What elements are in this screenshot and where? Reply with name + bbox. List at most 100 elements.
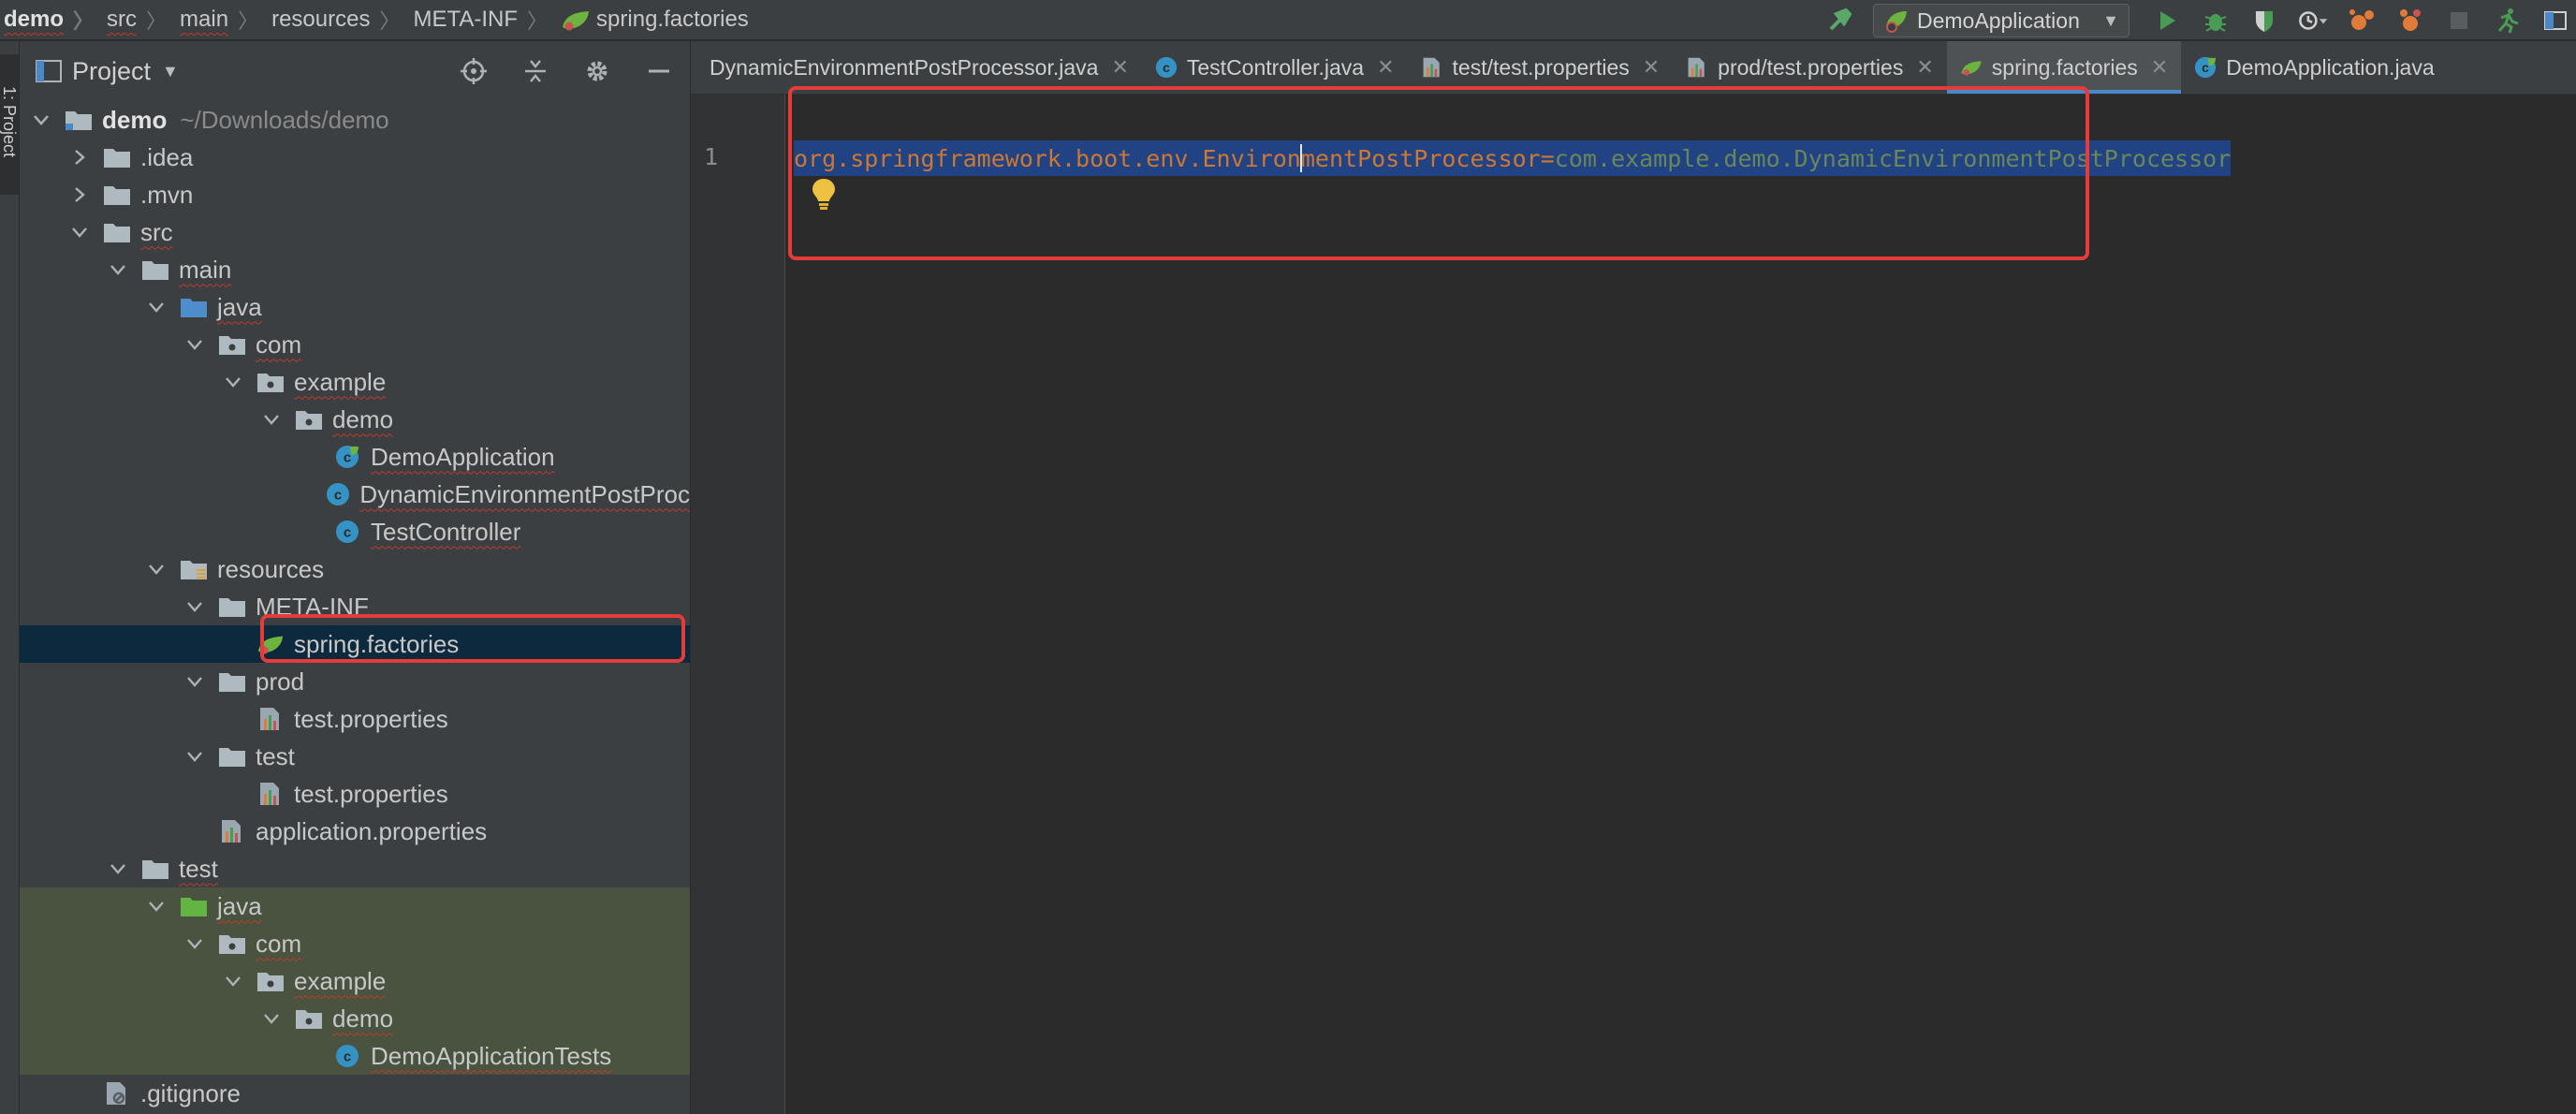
- close-icon[interactable]: ✕: [1916, 55, 1933, 80]
- build-icon[interactable]: [1823, 5, 1855, 37]
- breadcrumb-item-demo[interactable]: demo 〉: [4, 5, 107, 35]
- tree-node-test-properties[interactable]: test.properties: [20, 775, 690, 813]
- tree-node-prod[interactable]: prod: [20, 663, 690, 700]
- close-icon[interactable]: ✕: [1111, 55, 1128, 80]
- coverage-icon[interactable]: [2248, 5, 2280, 37]
- chevron-down-icon[interactable]: [146, 896, 167, 916]
- breadcrumb-label: main: [180, 7, 229, 32]
- breadcrumb-item-src[interactable]: src 〉: [107, 5, 180, 35]
- chevron-down-icon[interactable]: [261, 1008, 282, 1029]
- chevron-down-icon[interactable]: [108, 259, 128, 280]
- tree-node-label: example: [294, 966, 387, 995]
- chevron-down-icon[interactable]: [184, 746, 205, 767]
- tree-node-label: DemoApplicationTests: [371, 1041, 612, 1070]
- tree-node-mvn[interactable]: .mvn: [20, 176, 690, 213]
- tree-node-gitignore[interactable]: .gitignore: [20, 1075, 690, 1112]
- chevron-down-icon[interactable]: [31, 110, 51, 130]
- package-icon: [256, 969, 285, 993]
- tree-node-resources[interactable]: resources: [20, 550, 690, 588]
- tree-node-main[interactable]: main: [20, 251, 690, 288]
- resources-folder-icon: [180, 557, 208, 581]
- gear-icon[interactable]: [581, 55, 613, 87]
- breadcrumb-item-resources[interactable]: resources 〉: [271, 5, 413, 35]
- tree-node-src[interactable]: src: [20, 213, 690, 251]
- tree-node-test-properties[interactable]: test.properties: [20, 700, 690, 738]
- close-icon[interactable]: ✕: [2151, 55, 2168, 80]
- close-icon[interactable]: ✕: [1643, 55, 1660, 80]
- chevron-down-icon[interactable]: [261, 409, 282, 430]
- class-icon: c: [333, 520, 361, 544]
- chevron-down-icon[interactable]: [146, 297, 167, 317]
- breadcrumb-item-spring-factories[interactable]: spring.factories: [561, 7, 749, 33]
- project-structure-icon[interactable]: [2540, 5, 2572, 37]
- chevron-down-icon[interactable]: [146, 559, 167, 579]
- chevron-down-icon[interactable]: [108, 858, 128, 879]
- tree-node-com[interactable]: com: [20, 925, 690, 962]
- folder-icon: [218, 594, 246, 619]
- source-folder-icon: [180, 295, 208, 319]
- tree-node-example[interactable]: example: [20, 962, 690, 1000]
- tree-node-label: prod: [256, 667, 305, 696]
- tree-node-application-properties[interactable]: application.properties: [20, 813, 690, 850]
- chevron-down-icon[interactable]: [223, 372, 243, 392]
- annotation-highlight-code: [788, 86, 2089, 260]
- chevron-right-icon[interactable]: [69, 184, 90, 205]
- project-view-title[interactable]: Project: [72, 57, 151, 86]
- tree-node-label: .idea: [140, 142, 194, 171]
- breadcrumb-separator-icon: 〉: [238, 9, 259, 33]
- tree-node-idea[interactable]: .idea: [20, 139, 690, 176]
- tree-node-label: demo: [332, 1004, 394, 1033]
- properties-file-icon: [256, 782, 285, 806]
- tree-node-label: resources: [217, 554, 325, 583]
- tree-node-java[interactable]: java: [20, 887, 690, 925]
- chevron-down-icon[interactable]: [69, 222, 90, 242]
- tree-node-test[interactable]: test: [20, 738, 690, 775]
- tree-node-test[interactable]: test: [20, 850, 690, 887]
- chevron-down-icon[interactable]: [184, 596, 205, 617]
- chevron-right-icon[interactable]: [69, 147, 90, 168]
- tree-node-demo[interactable]: demo: [20, 401, 690, 438]
- tool-window-tab-project[interactable]: 1: Project: [0, 54, 19, 195]
- tree-node-com[interactable]: com: [20, 326, 690, 363]
- tree-node-label: main: [179, 255, 232, 284]
- chevron-down-icon[interactable]: [184, 671, 205, 692]
- profile-icon[interactable]: [2297, 5, 2329, 37]
- debug-icon[interactable]: [2200, 5, 2232, 37]
- tree-node-java[interactable]: java: [20, 288, 690, 326]
- close-icon[interactable]: ✕: [1377, 55, 1394, 80]
- breadcrumb-label: META-INF: [413, 7, 519, 32]
- breadcrumb-label: src: [107, 7, 138, 32]
- tree-node-label: example: [294, 367, 387, 396]
- svg-text:c: c: [344, 525, 351, 541]
- tab-label: test/test.properties: [1452, 54, 1630, 80]
- class-icon: c: [333, 1044, 361, 1068]
- update-icon[interactable]: [2394, 5, 2426, 37]
- tree-node-testcontroller[interactable]: c TestController: [20, 513, 690, 550]
- hide-icon[interactable]: [643, 55, 675, 87]
- tree-node-example[interactable]: example: [20, 363, 690, 401]
- tree-node-demoapplicationtests[interactable]: c DemoApplicationTests: [20, 1037, 690, 1075]
- breadcrumb-item-main[interactable]: main 〉: [180, 5, 271, 35]
- tree-node-demo[interactable]: demo ~/Downloads/demo: [20, 101, 690, 139]
- collapse-all-icon[interactable]: [520, 55, 551, 87]
- run-anything-icon[interactable]: [2492, 5, 2524, 37]
- stop-icon[interactable]: [2443, 5, 2475, 37]
- chevron-down-icon[interactable]: ▼: [162, 62, 179, 81]
- chevron-down-icon[interactable]: [223, 971, 243, 991]
- svg-text:c: c: [1163, 60, 1170, 75]
- run-configuration-selector[interactable]: DemoApplication ▼: [1873, 4, 2130, 37]
- locate-icon[interactable]: [458, 55, 490, 87]
- attach-icon[interactable]: [2346, 5, 2378, 37]
- project-tree: demo ~/Downloads/demo .idea .mvn src main java…: [20, 101, 690, 1112]
- chevron-down-icon[interactable]: [184, 933, 205, 954]
- run-icon[interactable]: [2151, 5, 2183, 37]
- chevron-down-icon[interactable]: [184, 334, 205, 355]
- breadcrumb-label: spring.factories: [596, 7, 749, 32]
- tree-node-demo[interactable]: demo: [20, 1000, 690, 1037]
- tree-node-label: src: [140, 217, 173, 246]
- tab-demoapplication-java[interactable]: c DemoApplication.java: [2181, 41, 2447, 94]
- breadcrumb-item-meta-inf[interactable]: META-INF 〉: [413, 5, 561, 35]
- tree-node-dynamicenvironmentpostproc[interactable]: c DynamicEnvironmentPostProc: [20, 476, 690, 513]
- breadcrumb-separator-icon: 〉: [379, 9, 401, 33]
- tree-node-demoapplication[interactable]: c DemoApplication: [20, 438, 690, 476]
